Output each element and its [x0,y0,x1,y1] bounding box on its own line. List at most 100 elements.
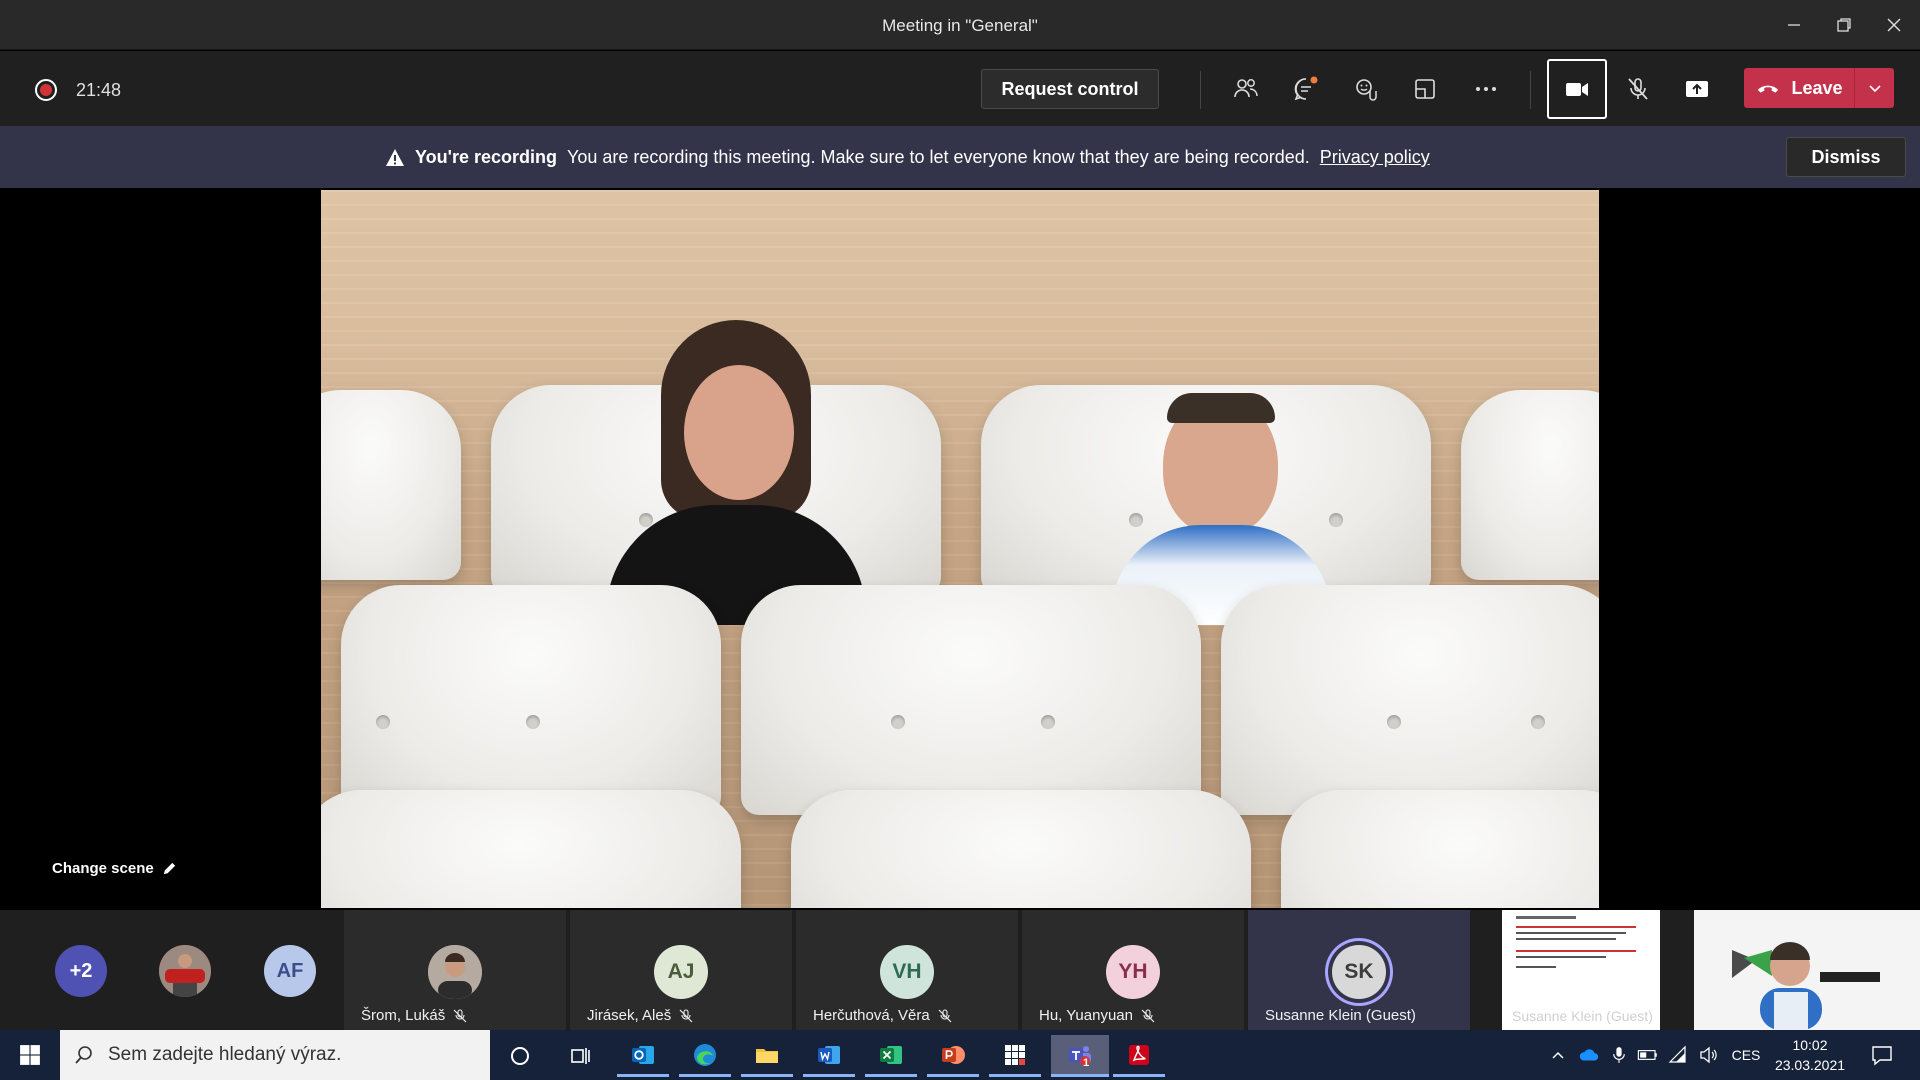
microphone-tray[interactable] [1606,1030,1632,1080]
overflow-participants-button[interactable]: +2 [55,945,107,997]
avatar: SK [1332,945,1386,999]
chat-icon [1294,76,1318,101]
taskbar-clock[interactable]: 10:02 23.03.2021 [1770,1035,1850,1075]
reactions-button[interactable] [1344,69,1388,109]
word-app[interactable] [803,1035,855,1077]
seat-tuft [1531,715,1545,729]
seat [1221,585,1599,815]
speaker-icon [1700,1046,1717,1064]
file-explorer-app[interactable] [741,1035,793,1077]
window-titlebar: Meeting in "General" [0,0,1920,50]
close-button[interactable] [1871,10,1917,40]
microphone-muted-icon [453,1008,467,1022]
rooms-button[interactable] [1403,69,1447,109]
recording-indicator-icon [35,79,57,101]
input-language-indicator[interactable]: CES [1725,1030,1767,1080]
toolbar-divider [1530,71,1531,109]
dismiss-button[interactable]: Dismiss [1786,137,1906,177]
powerpoint-icon [942,1045,965,1064]
restore-button[interactable] [1821,10,1867,40]
participant-avatar-photo[interactable] [159,945,211,997]
participants-strip: +2 AF Šrom, Lukáš AJ Jirásek, Aleš VH He… [0,910,1920,1030]
notification-icon [1872,1046,1892,1066]
participant-name-text: Šrom, Lukáš [361,1007,446,1024]
avatar-photo-icon [159,945,211,997]
edge-app[interactable] [679,1035,731,1077]
app-grid-app[interactable] [989,1035,1041,1077]
network-tray[interactable] [1664,1030,1692,1080]
meeting-toolbar: 21:48 Request control Leave [0,51,1920,126]
presenter-video-icon [1694,910,1920,1030]
acrobat-app[interactable] [1113,1035,1165,1077]
clock-time: 10:02 [1792,1037,1828,1053]
privacy-policy-link[interactable]: Privacy policy [1320,147,1430,168]
taskbar-search-input[interactable]: Sem zadejte hledaný výraz. [60,1030,490,1080]
seat-tuft [891,715,905,729]
window-title: Meeting in "General" [882,16,1038,35]
seat [1461,390,1599,580]
search-placeholder: Sem zadejte hledaný výraz. [108,1044,342,1065]
participant-name: Susanne Klein (Guest) [1265,1007,1416,1024]
excel-app[interactable] [865,1035,917,1077]
minimize-icon [1788,24,1800,26]
participant-name: Jirásek, Aleš [587,1007,693,1024]
presenter-video-thumbnail[interactable] [1694,910,1920,1030]
request-control-button[interactable]: Request control [981,69,1159,109]
folder-icon [756,1048,778,1063]
teams-icon [1069,1045,1091,1066]
seat-tuft [1387,715,1401,729]
participant-name: Šrom, Lukáš [361,1007,467,1024]
participant-tile[interactable]: AJ Jirásek, Aleš [570,910,792,1030]
teams-app[interactable]: 1 [1051,1035,1109,1077]
volume-tray[interactable] [1694,1030,1722,1080]
participant-tile[interactable]: Šrom, Lukáš [344,910,566,1030]
app-grid-icon [1005,1044,1025,1065]
task-view-icon [571,1048,590,1064]
participant-avatar-af[interactable]: AF [264,945,316,997]
leave-options-button[interactable] [1855,68,1894,108]
hang-up-icon [1758,85,1779,93]
participant-tile-speaking[interactable]: SK Susanne Klein (Guest) [1248,910,1470,1030]
participant-tile[interactable]: YH Hu, Yuanyuan [1022,910,1244,1030]
together-mode-video [321,190,1599,908]
battery-icon [1637,1050,1657,1060]
excel-icon [880,1045,902,1064]
video-camera-icon [1566,83,1588,96]
warning-icon [386,148,404,166]
cortana-button[interactable] [494,1035,546,1077]
onedrive-tray[interactable] [1574,1030,1604,1080]
outlook-app[interactable] [617,1035,669,1077]
close-icon [1887,18,1901,32]
share-screen-button[interactable] [1675,69,1719,109]
camera-toggle-button[interactable] [1547,59,1607,119]
shared-content-thumbnail[interactable]: Susanne Klein (Guest) [1502,910,1660,1030]
start-button[interactable] [10,1040,50,1070]
participant-name: Herčuthová, Věra [813,1007,952,1024]
acrobat-icon [1129,1044,1149,1065]
edge-icon [694,1043,716,1066]
pencil-icon [163,862,175,875]
action-center-button[interactable] [1862,1030,1902,1080]
show-hidden-icons-button[interactable] [1544,1030,1572,1080]
shared-content-presenter: Susanne Klein (Guest) [1512,1008,1653,1024]
change-scene-button[interactable]: Change scene [52,860,177,877]
powerpoint-app[interactable] [927,1035,979,1077]
cortana-circle-icon [511,1047,529,1065]
participant-name-text: Jirásek, Aleš [587,1007,672,1024]
meeting-stage: Change scene [5,190,1915,910]
outlook-icon [632,1045,654,1064]
participant-name: Hu, Yuanyuan [1039,1007,1155,1024]
participant-tile[interactable]: VH Herčuthová, Věra [796,910,1018,1030]
battery-tray[interactable] [1634,1030,1662,1080]
chat-button[interactable] [1284,69,1328,109]
task-view-button[interactable] [554,1035,606,1077]
participants-button[interactable] [1224,69,1268,109]
minimize-button[interactable] [1771,10,1817,40]
seat-tuft [526,715,540,729]
cloud-icon [1579,1049,1599,1061]
seat-tuft [376,715,390,729]
more-actions-button[interactable] [1464,69,1508,109]
leave-button[interactable]: Leave [1744,68,1854,108]
microphone-toggle-button[interactable] [1616,69,1660,109]
seat [321,390,461,580]
